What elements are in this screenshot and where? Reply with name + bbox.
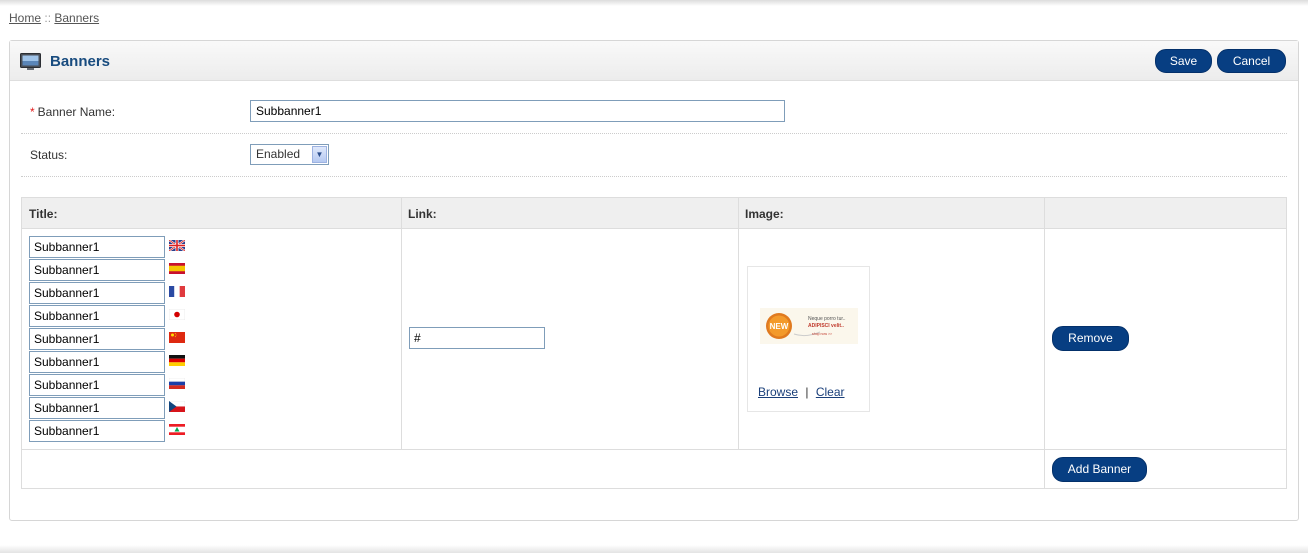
title-input-chinese[interactable]	[29, 328, 165, 350]
page-title: Banners	[50, 53, 111, 70]
remove-button[interactable]: Remove	[1052, 326, 1129, 351]
top-shadow	[0, 0, 1308, 6]
spain-flag-icon	[169, 263, 185, 274]
banner-name-label-text: Banner Name:	[37, 105, 116, 119]
russia-flag-icon	[169, 378, 185, 389]
china-flag-icon	[169, 332, 185, 343]
bottom-shadow	[0, 545, 1308, 553]
column-header-image: Image:	[745, 207, 784, 221]
panel-header: Banners Save Cancel	[10, 41, 1298, 81]
breadcrumb-home-link[interactable]: Home	[9, 11, 41, 25]
title-input-czech[interactable]	[29, 397, 165, 419]
cancel-button[interactable]: Cancel	[1217, 49, 1286, 73]
status-label: Status:	[30, 148, 68, 162]
column-header-title: Title:	[29, 207, 58, 221]
banner-name-label: * Banner Name:	[30, 105, 115, 119]
column-divider	[1044, 198, 1045, 488]
status-select[interactable]: Enabled ▼	[250, 144, 329, 165]
united-kingdom-flag-icon	[169, 240, 185, 251]
svg-text:shop now >>: shop now >>	[812, 332, 832, 336]
save-button[interactable]: Save	[1155, 49, 1212, 73]
svg-text:NEW: NEW	[770, 322, 789, 331]
column-divider	[738, 198, 739, 450]
link-input[interactable]	[409, 327, 545, 349]
banner-images-table: Title: Link: Image: Subbanner1 Subbanner…	[21, 197, 1287, 489]
title-input-english[interactable]	[29, 236, 165, 258]
title-input-lebanese[interactable]	[29, 420, 165, 442]
banner-panel: Banners Save Cancel *Banner Name: Status…	[9, 40, 1299, 521]
title-input-russian[interactable]	[29, 374, 165, 396]
banner-name-row: * Banner Name:	[21, 93, 1287, 134]
svg-text:ADIPISCI velit..: ADIPISCI velit..	[808, 323, 844, 329]
title-input-french[interactable]	[29, 282, 165, 304]
japan-flag-icon	[169, 309, 185, 320]
title-input-german[interactable]	[29, 351, 165, 373]
clear-link[interactable]: Clear	[816, 385, 845, 399]
chevron-down-icon[interactable]: ▼	[312, 146, 327, 163]
image-actions: Browse | Clear	[758, 385, 845, 399]
banner-monitor-icon	[20, 53, 41, 70]
france-flag-icon	[169, 286, 185, 297]
germany-flag-icon	[169, 355, 185, 366]
required-mark: *	[30, 105, 35, 119]
column-divider	[401, 198, 402, 450]
breadcrumb: Home :: Banners	[9, 11, 99, 25]
browse-link[interactable]: Browse	[758, 385, 798, 399]
czech-flag-icon	[169, 401, 185, 412]
status-selected-value: Enabled	[256, 147, 301, 161]
breadcrumb-banners-link[interactable]: Banners	[54, 11, 99, 25]
title-input-japanese[interactable]	[29, 305, 165, 327]
column-header-link: Link:	[408, 207, 437, 221]
breadcrumb-separator: ::	[44, 11, 52, 25]
image-actions-divider: |	[805, 385, 809, 399]
status-row: Status: Enabled ▼	[21, 134, 1287, 177]
title-input-spanish[interactable]	[29, 259, 165, 281]
banner-image-preview: NEW Neque porro tur.. ADIPISCI velit.. s…	[747, 266, 870, 412]
table-header: Title: Link: Image:	[22, 198, 1286, 229]
banner-thumbnail-image: NEW Neque porro tur.. ADIPISCI velit.. s…	[760, 308, 858, 344]
svg-text:Neque porro tur..: Neque porro tur..	[808, 316, 846, 322]
row-divider	[22, 449, 1286, 450]
banner-name-input[interactable]	[250, 100, 785, 122]
lebanon-flag-icon	[169, 424, 185, 435]
add-banner-button[interactable]: Add Banner	[1052, 457, 1147, 482]
